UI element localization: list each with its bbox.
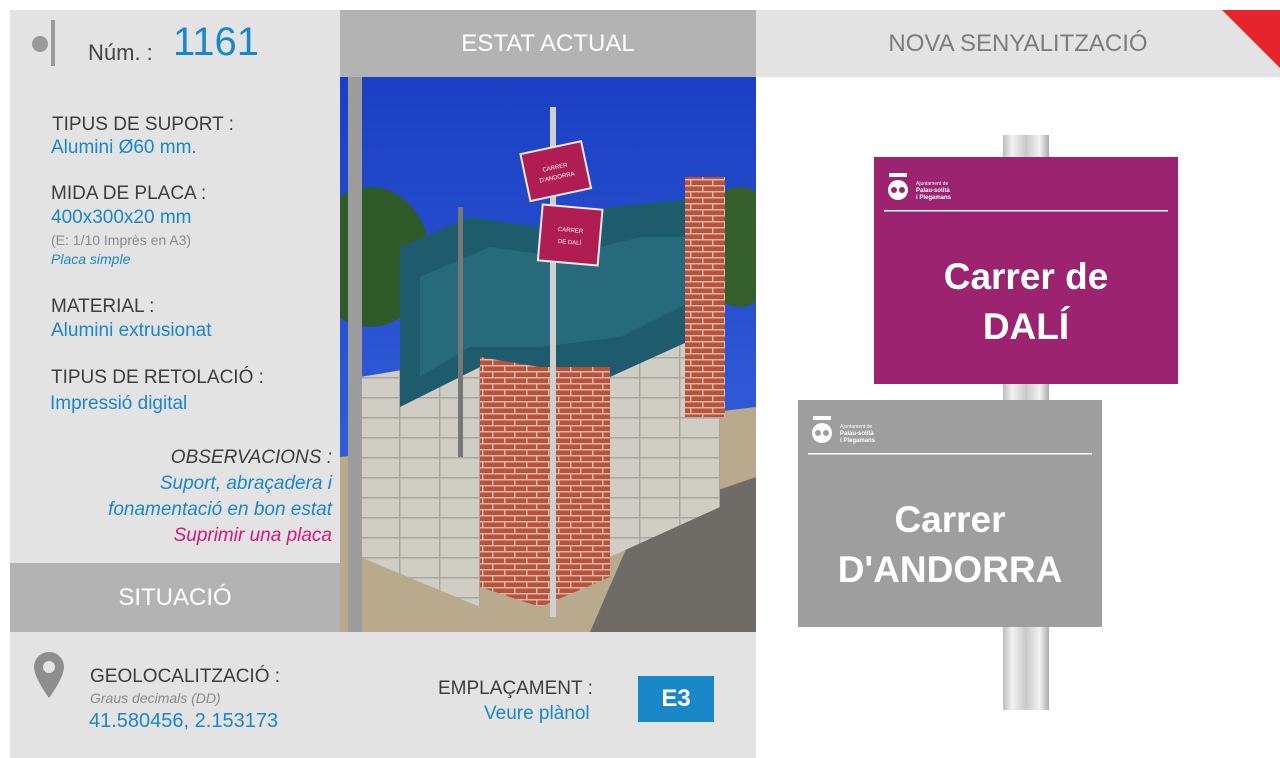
logo-line1-b: Ajuntament de [840, 424, 872, 430]
info-panel: TIPUS DE SUPORT : Alumini Ø60 mm. MIDA D… [10, 77, 340, 563]
logo-line1: Ajuntament de [916, 181, 948, 187]
sign-andorra-line1: Carrer [894, 499, 1005, 540]
photo-illustration: CARRER D'ANDORRA CARRER DE DALÍ [340, 77, 756, 632]
num-value: 1161 [173, 20, 260, 64]
header-nova-senyalitzacio: NOVA SENYALITZACIÓ [756, 10, 1280, 77]
retolacio-value: Impressió digital [50, 393, 188, 414]
mida-placa-label: MIDA DE PLACA : [51, 183, 207, 204]
mida-placa-scale: (E: 1/10 Imprès en A3) [51, 232, 192, 248]
observacions-line2: fonamentació en bon estat [108, 499, 332, 520]
logo-line3-b: i Plegamans [840, 438, 876, 444]
geolocalitzacio-label: GEOLOCALITZACIÓ : [90, 666, 281, 687]
observacions-line3: Suprimir una placa [173, 525, 332, 546]
emplacament-code-badge[interactable]: E3 [638, 676, 714, 722]
header-number-cell: Núm. : 1161 [10, 10, 340, 77]
sign-andorra: Ajuntament de Palau-solità i Plegamans C… [798, 400, 1102, 627]
situacio-header: SITUACIÓ [10, 563, 340, 632]
observacions-label: OBSERVACIONS : [170, 447, 332, 468]
sign-andorra-line2: D'ANDORRA [838, 549, 1063, 590]
sign-dali: Ajuntament de Palau-solità i Plegamans C… [874, 157, 1178, 384]
observacions-line1: Suport, abraçadera i [159, 473, 332, 494]
num-label: Núm. : [88, 40, 153, 65]
new-signage-illustration: Ajuntament de Palau-solità i Plegamans C… [798, 135, 1178, 710]
mida-placa-value: 400x300x20 mm [51, 207, 192, 228]
sign-dali-line2: DALÍ [983, 306, 1071, 347]
material-value: Alumini extrusionat [51, 320, 212, 341]
veure-planol-link[interactable]: Veure plànol [484, 703, 590, 725]
logo-line2-b: Palau-solità [840, 431, 874, 437]
corner-flag-icon [1222, 10, 1280, 68]
mida-placa-type: Placa simple [51, 251, 131, 267]
header-estat-actual: ESTAT ACTUAL [340, 10, 756, 77]
logo-line2: Palau-solità [916, 188, 950, 194]
divider-bar [51, 20, 55, 66]
location-panel: GEOLOCALITZACIÓ : Graus decimals (DD) 41… [10, 632, 756, 758]
tipus-suport-label: TIPUS DE SUPORT : [52, 114, 234, 135]
emplacament-label: EMPLAÇAMENT : [438, 678, 593, 699]
bullet-icon [32, 36, 48, 52]
location-pin-icon [34, 652, 64, 698]
new-signage-area: Ajuntament de Palau-solità i Plegamans C… [756, 77, 1280, 758]
current-state-photo: CARRER D'ANDORRA CARRER DE DALÍ [340, 77, 756, 632]
geo-coordinates: 41.580456, 2.153173 [89, 710, 279, 732]
sign-dali-line1: Carrer de [944, 256, 1109, 297]
fitxa-senyalitzacio: Núm. : 1161 ESTAT ACTUAL NOVA SENYALITZA… [10, 10, 1280, 758]
geo-format: Graus decimals (DD) [90, 690, 221, 706]
retolacio-label: TIPUS DE RETOLACIÓ : [51, 367, 264, 388]
logo-line3: i Plegamans [916, 195, 952, 201]
tipus-suport-value: Alumini Ø60 mm. [51, 137, 197, 158]
material-label: MATERIAL : [51, 296, 155, 317]
